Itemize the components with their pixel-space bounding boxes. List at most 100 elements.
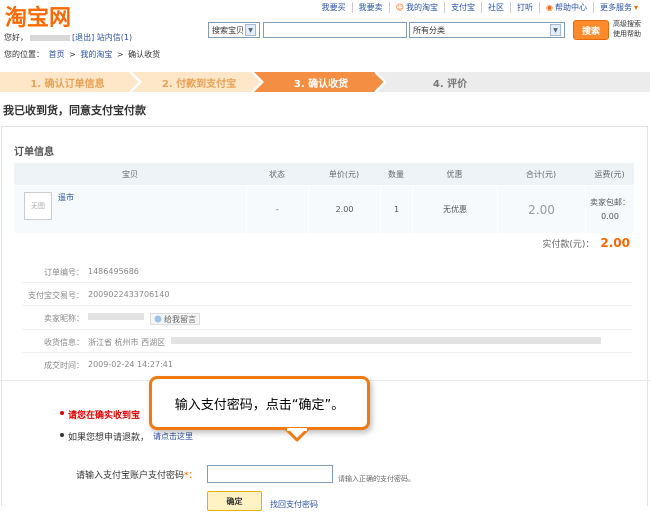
nav-sell[interactable]: 我要卖 [351, 2, 389, 13]
shipping-label: 卖家包邮： [590, 197, 630, 207]
bullet-icon [60, 411, 64, 415]
col-shipping: 运费(元) [594, 169, 625, 179]
bullet-icon [60, 433, 64, 437]
nav-label: 社区 [488, 3, 504, 12]
paid-amount: 实付款(元)： 2.00 [542, 236, 630, 250]
col-discount: 优惠 [446, 169, 463, 179]
callout-text: 输入支付密码，点击“确定”。 [174, 397, 345, 413]
nav-community[interactable]: 社区 [481, 2, 510, 13]
logo-text: 淘宝网 [5, 5, 71, 29]
product-link[interactable]: 遥市 [58, 192, 74, 203]
address-row: 收货信息： 浙江省 杭州市 西湖区 [22, 337, 602, 348]
inbox-link[interactable]: 站内信(1) [97, 33, 132, 42]
chevron-down-icon: ▾ [633, 3, 638, 12]
col-qty: 数量 [388, 169, 404, 179]
breadcrumb: 您的位置： 首页 > 我的淘宝 > 确认收货 [4, 49, 162, 60]
breadcrumb-current: 确认收货 [128, 50, 161, 59]
advanced-search-link[interactable]: 高级搜索 [613, 19, 649, 29]
search-button[interactable]: 搜索 [573, 20, 609, 40]
discount-cell: 无优惠 [412, 186, 497, 233]
search-scope-value: 搜索宝贝 [212, 25, 244, 35]
step-1: 1. 确认订单信息 [30, 78, 105, 90]
nav-buy[interactable]: 我要买 [316, 2, 352, 13]
price-cell: 2.00 [308, 186, 380, 233]
nav-label: 打听 [517, 3, 533, 12]
breadcrumb-mytaobao[interactable]: 我的淘宝 [80, 50, 112, 59]
nav-label: 我的淘宝 [406, 3, 438, 12]
nav-label: 我要买 [321, 3, 346, 12]
order-section-title: 订单信息 [14, 147, 54, 158]
password-input[interactable] [207, 465, 333, 483]
search-input[interactable] [263, 22, 407, 38]
product-thumbnail[interactable]: 无图 [24, 192, 52, 220]
username-blurred [30, 34, 70, 41]
order-number-value: 1486495686 [88, 267, 139, 276]
shipping-cell: 卖家包邮： 0.00 [585, 186, 634, 233]
search-links: 高级搜索 使用帮助 [613, 19, 649, 39]
nav-label: 支付宝 [451, 3, 475, 12]
address-detail-blurred [171, 337, 602, 344]
divider [22, 305, 632, 306]
status-cell: - [246, 186, 308, 233]
nav-alipay[interactable]: 支付宝 [444, 2, 481, 13]
deal-time-value: 2009-02-24 14:27:41 [88, 360, 173, 369]
greeting-text: 您好， [4, 33, 28, 42]
required-mark: *： [184, 471, 198, 481]
col-status: 状态 [269, 169, 285, 179]
wangwang-message-button[interactable]: 给我留言 [150, 313, 200, 325]
help-link[interactable]: 使用帮助 [613, 29, 649, 39]
deal-time-label: 成交时间： [44, 361, 84, 370]
chat-icon [154, 315, 162, 323]
receipt-warning: 请您在确实收到宝 [60, 408, 140, 421]
step-4: 4. 评价 [432, 78, 468, 90]
deal-time-row: 成交时间： 2009-02-24 14:27:41 [22, 360, 173, 371]
seller-name-blurred [88, 313, 144, 320]
table-row: 无图 遥市 - 2.00 1 无优惠 2.00 卖家包邮： 0.00 [14, 185, 634, 233]
divider [22, 282, 632, 283]
password-label-text: 请输入支付宝账户支付密码 [76, 471, 185, 481]
nav-mytaobao[interactable]: ☺ 我的淘宝 [388, 2, 444, 13]
step-2: 2. 付款到支付宝 [161, 78, 237, 90]
breadcrumb-sep: > [69, 50, 76, 59]
col-total: 合计(元) [525, 169, 557, 179]
breadcrumb-home[interactable]: 首页 [49, 50, 65, 59]
greeting-bar: 您好， [退出] 站内信(1) [4, 32, 132, 43]
paid-label: 实付款(元)： [542, 239, 595, 250]
password-hint: 请输入正确的支付密码。 [338, 475, 415, 483]
nav-ask[interactable]: 打听 [510, 2, 539, 13]
wangwang-label: 给我留言 [164, 314, 196, 324]
search-scope-select[interactable]: 搜索宝贝 ▼ [208, 22, 260, 38]
nav-label: 我要卖 [358, 3, 383, 12]
breadcrumb-sep: > [116, 50, 124, 59]
top-nav: 我要买 我要卖 ☺ 我的淘宝 支付宝 社区 打听 ◉ 帮助中心 更多服务 ▾ [316, 2, 644, 13]
col-item: 宝贝 [122, 169, 138, 179]
taobao-logo[interactable]: 淘宝网 [4, 2, 98, 30]
confirm-button[interactable]: 确定 [207, 491, 262, 511]
order-number-row: 订单编号： 1486495686 [22, 267, 139, 278]
chevron-down-icon: ▼ [550, 24, 561, 36]
instruction-callout: 输入支付密码，点击“确定”。 [149, 376, 370, 430]
nav-label: 更多服务 [599, 3, 632, 12]
shipping-value: 0.00 [601, 211, 619, 221]
help-icon: ◉ [546, 3, 553, 12]
refund-link[interactable]: 请点击这里 [153, 431, 193, 443]
breadcrumb-label: 您的位置： [4, 50, 44, 59]
progress-steps: 1. 确认订单信息 2. 付款到支付宝 3. 确认收货 4. 评价 [0, 72, 650, 92]
category-select[interactable]: 所有分类 ▼ [409, 22, 565, 38]
order-table: 宝贝 状态 单价(元) 数量 优惠 合计(元) 运费(元) 无图 遥市 - 2.… [14, 163, 634, 233]
nav-more[interactable]: 更多服务 ▾ [592, 2, 644, 13]
alipay-number-value: 2009022433706140 [88, 290, 170, 299]
qty-cell: 1 [380, 186, 412, 233]
seller-row: 卖家昵称： 给我留言 [22, 313, 200, 325]
chevron-down-icon: ▼ [245, 24, 256, 36]
category-value: 所有分类 [413, 25, 445, 35]
address-value: 浙江省 杭州市 西湖区 [88, 338, 166, 347]
nav-help[interactable]: ◉ 帮助中心 [539, 2, 593, 13]
order-number-label: 订单编号： [44, 268, 84, 277]
refund-notice: 如果您想申请退款， 请点击这里 [60, 430, 193, 443]
warning-text: 请您在确实收到宝 [68, 411, 141, 421]
divider [22, 352, 632, 353]
find-password-link[interactable]: 找回支付密码 [270, 499, 318, 510]
logout-link[interactable]: [退出] [72, 33, 94, 42]
col-price: 单价(元) [328, 169, 360, 179]
